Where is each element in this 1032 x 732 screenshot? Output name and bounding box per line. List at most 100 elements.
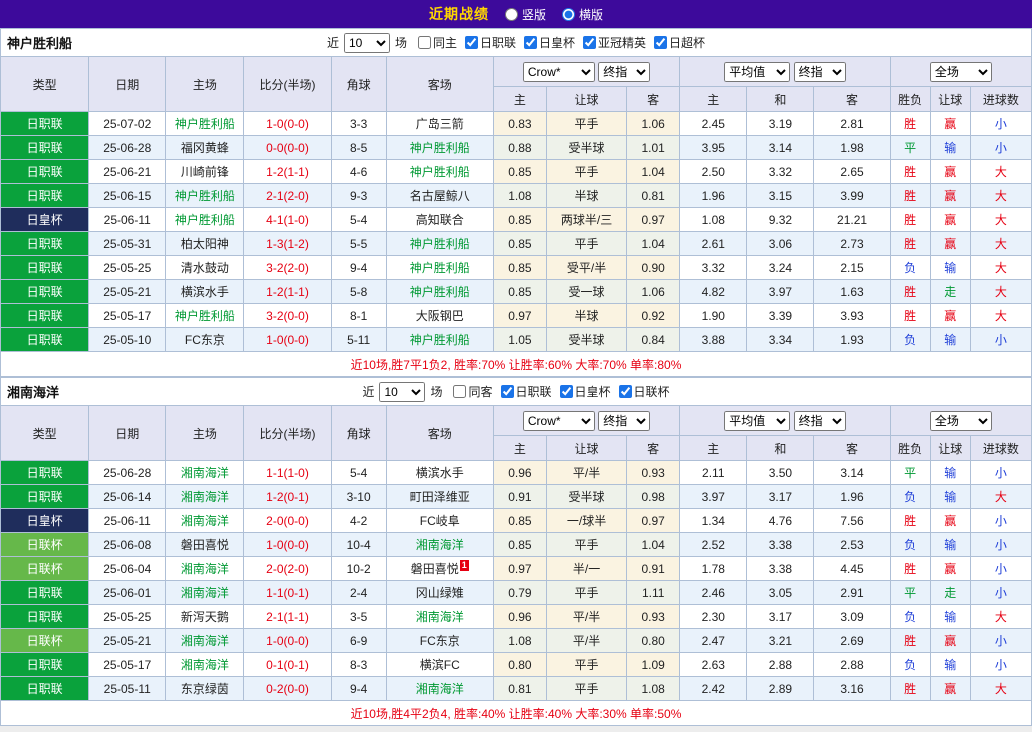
same-venue-filter[interactable]: 同客	[453, 383, 492, 400]
corners: 8-3	[331, 653, 386, 677]
col-asian-away: 客	[627, 436, 680, 461]
league-2-checkbox[interactable]	[583, 36, 596, 49]
corners: 5-8	[331, 280, 386, 304]
same-venue-checkbox[interactable]	[418, 36, 431, 49]
games-label: 场	[430, 383, 442, 400]
match-row: 日联杯25-06-08磐田喜悦1-0(0-0)10-4湘南海洋0.85平手1.0…	[1, 533, 1032, 557]
avg-stage-select[interactable]: 终指	[794, 62, 846, 82]
match-row: 日职联25-05-31柏太阳神1-3(1-2)5-5神户胜利船0.85平手1.0…	[1, 232, 1032, 256]
corners: 4-6	[331, 160, 386, 184]
col-asian-home: 主	[493, 436, 546, 461]
result-wl: 负	[890, 328, 930, 352]
recent-count-select[interactable]: 10	[344, 33, 390, 53]
league-0-filter[interactable]: 日职联	[501, 383, 552, 400]
col-result-wl: 胜负	[890, 87, 930, 112]
near-label: 近	[362, 383, 374, 400]
asian-handicap-line: 受半球	[546, 136, 626, 160]
league-type-badge: 日职联	[1, 160, 89, 184]
asian-handicap-line: 半/一	[546, 557, 626, 581]
col-type: 类型	[1, 57, 89, 112]
col-date: 日期	[89, 406, 166, 461]
avg-stage-select[interactable]: 终指	[794, 411, 846, 431]
result-wl: 平	[890, 581, 930, 605]
odds-source-select[interactable]: Crow*	[523, 411, 595, 431]
away-team: FC岐阜	[386, 509, 493, 533]
league-2-filter[interactable]: 亚冠精英	[583, 34, 646, 51]
asian-handicap-line: 半球	[546, 304, 626, 328]
same-venue-filter[interactable]: 同主	[418, 34, 457, 51]
league-type-badge: 日职联	[1, 605, 89, 629]
league-type-badge: 日联杯	[1, 557, 89, 581]
away-team: 湘南海洋	[386, 605, 493, 629]
match-row: 日联杯25-06-04湘南海洋2-0(2-0)10-2磐田喜悦10.97半/一0…	[1, 557, 1032, 581]
corners: 3-5	[331, 605, 386, 629]
match-row: 日职联25-05-17湘南海洋0-1(0-1)8-3横滨FC0.80平手1.09…	[1, 653, 1032, 677]
match-date: 25-05-31	[89, 232, 166, 256]
match-row: 日联杯25-05-21湘南海洋1-0(0-0)6-9FC东京1.08平/半0.8…	[1, 629, 1032, 653]
euro-away-odds: 3.14	[814, 461, 890, 485]
result-goals: 大	[970, 280, 1031, 304]
games-label: 场	[395, 34, 407, 51]
euro-away-odds: 2.73	[814, 232, 890, 256]
home-team: 川崎前锋	[166, 160, 244, 184]
league-1-checkbox[interactable]	[524, 36, 537, 49]
asian-home-odds: 0.97	[493, 304, 546, 328]
odds-stage-select[interactable]: 终指	[598, 411, 650, 431]
match-history-page: 近期战绩 竖版 横版 神户胜利船 近 10 场 同主日职联日皇杯亚冠精英日超杯	[0, 0, 1032, 726]
euro-home-odds: 2.50	[680, 160, 747, 184]
league-3-filter[interactable]: 日超杯	[654, 34, 705, 51]
league-3-checkbox[interactable]	[654, 36, 667, 49]
corners: 10-2	[331, 557, 386, 581]
euro-draw-odds: 9.32	[747, 208, 814, 232]
league-1-filter[interactable]: 日皇杯	[560, 383, 611, 400]
layout-option-vertical[interactable]: 竖版	[505, 6, 546, 23]
fulltime-select[interactable]: 全场	[930, 411, 992, 431]
score: 1-0(0-0)	[244, 533, 331, 557]
euro-away-odds: 2.69	[814, 629, 890, 653]
red-card-note: 1	[460, 560, 469, 571]
result-goals: 小	[970, 509, 1031, 533]
layout-option-horizontal[interactable]: 横版	[562, 6, 603, 23]
league-0-checkbox[interactable]	[501, 385, 514, 398]
euro-away-odds: 2.15	[814, 256, 890, 280]
score: 1-0(0-0)	[244, 629, 331, 653]
asian-home-odds: 0.85	[493, 280, 546, 304]
league-filter-group: 同主日职联日皇杯 亚冠精英日超杯	[418, 34, 705, 51]
fulltime-select[interactable]: 全场	[930, 62, 992, 82]
league-2-filter[interactable]: 日联杯	[619, 383, 670, 400]
asian-home-odds: 0.85	[493, 160, 546, 184]
euro-home-odds: 4.82	[680, 280, 747, 304]
asian-handicap-line: 平手	[546, 160, 626, 184]
horizontal-radio[interactable]	[562, 8, 575, 21]
league-0-checkbox[interactable]	[465, 36, 478, 49]
away-team: 名古屋鲸八	[386, 184, 493, 208]
away-team: 湘南海洋	[386, 677, 493, 701]
asian-home-odds: 0.85	[493, 256, 546, 280]
match-row: 日职联25-05-11东京绿茵0-2(0-0)9-4湘南海洋0.81平手1.08…	[1, 677, 1032, 701]
same-venue-label: 同客	[468, 383, 492, 400]
avg-odds-select[interactable]: 平均值	[724, 62, 790, 82]
corners: 8-1	[331, 304, 386, 328]
match-row: 日皇杯25-06-11神户胜利船4-1(1-0)5-4高知联合0.85两球半/三…	[1, 208, 1032, 232]
league-type-badge: 日职联	[1, 136, 89, 160]
league-1-checkbox[interactable]	[560, 385, 573, 398]
vertical-radio[interactable]	[505, 8, 518, 21]
result-goals: 小	[970, 581, 1031, 605]
same-venue-checkbox[interactable]	[453, 385, 466, 398]
vertical-label: 竖版	[522, 6, 546, 23]
match-row: 日职联25-06-21川崎前锋1-2(1-1)4-6神户胜利船0.85平手1.0…	[1, 160, 1032, 184]
odds-stage-select[interactable]: 终指	[598, 62, 650, 82]
league-2-checkbox[interactable]	[619, 385, 632, 398]
league-2-label: 亚冠精英	[598, 34, 646, 51]
away-team: 神户胜利船	[386, 256, 493, 280]
team-name: 湘南海洋	[7, 382, 59, 401]
corners: 9-4	[331, 256, 386, 280]
league-0-filter[interactable]: 日职联	[465, 34, 516, 51]
asian-home-odds: 0.96	[493, 461, 546, 485]
recent-count-select[interactable]: 10	[379, 382, 425, 402]
league-1-filter[interactable]: 日皇杯	[524, 34, 575, 51]
avg-odds-select[interactable]: 平均值	[724, 411, 790, 431]
col-date: 日期	[89, 57, 166, 112]
odds-source-select[interactable]: Crow*	[523, 62, 595, 82]
euro-away-odds: 2.65	[814, 160, 890, 184]
